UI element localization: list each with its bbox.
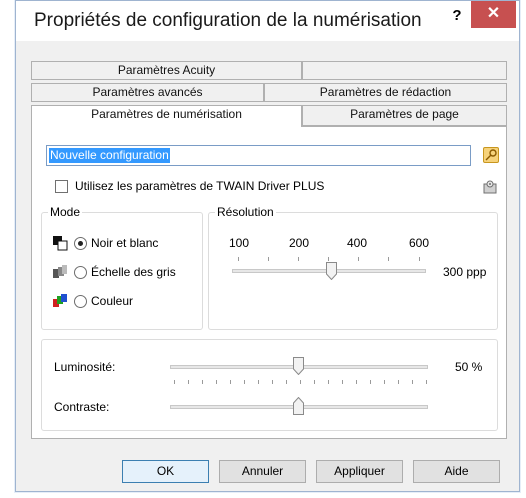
dialog-title: Propriétés de configuration de la numéri… bbox=[34, 10, 422, 31]
mode-label-grayscale: Échelle des gris bbox=[91, 265, 176, 279]
radio-color[interactable] bbox=[74, 295, 87, 308]
mode-label-black-white: Noir et blanc bbox=[91, 236, 159, 250]
grayscale-mode-icon bbox=[52, 264, 68, 280]
resolution-tick-label: 200 bbox=[289, 236, 310, 250]
resolution-tick bbox=[419, 257, 420, 261]
resolution-value: 300 ppp bbox=[443, 265, 487, 279]
title-bar: Propriétés de configuration de la numéri… bbox=[16, 1, 519, 41]
contrast-label: Contraste: bbox=[54, 400, 110, 414]
tab-advanced[interactable]: Paramètres avancés bbox=[31, 83, 264, 102]
resolution-tick bbox=[388, 257, 389, 261]
help-button[interactable]: Aide bbox=[413, 460, 500, 483]
radio-black-white[interactable] bbox=[74, 237, 87, 250]
radio-grayscale[interactable] bbox=[74, 266, 87, 279]
resolution-group: Résolution 100 200 400 600 300 ppp bbox=[208, 205, 498, 330]
tab-page-settings[interactable]: Paramètres de page bbox=[302, 105, 507, 126]
brightness-contrast-group: Luminosité: 50 % Contraste: bbox=[41, 339, 498, 431]
contrast-slider-thumb[interactable] bbox=[293, 396, 304, 415]
tab-scan-settings[interactable]: Paramètres de numérisation bbox=[31, 105, 302, 127]
twain-option-label: Utilisez les paramètres de TWAIN Driver … bbox=[75, 179, 325, 193]
resolution-tick bbox=[268, 257, 269, 261]
key-icon[interactable] bbox=[483, 147, 499, 163]
resolution-tick-label: 400 bbox=[347, 236, 368, 250]
scanner-settings-icon[interactable] bbox=[482, 179, 498, 195]
resolution-tick-label: 100 bbox=[229, 236, 250, 250]
resolution-tick bbox=[328, 257, 329, 261]
tab-acuity[interactable]: Paramètres Acuity bbox=[31, 61, 302, 80]
resolution-tick bbox=[298, 257, 299, 261]
cancel-button[interactable]: Annuler bbox=[219, 460, 306, 483]
ok-button[interactable]: OK bbox=[122, 460, 209, 483]
scan-config-dialog: Propriétés de configuration de la numéri… bbox=[15, 0, 520, 492]
config-name-value: Nouvelle configuration bbox=[49, 148, 170, 163]
tab-empty[interactable] bbox=[302, 61, 507, 80]
resolution-tick-label: 600 bbox=[409, 236, 430, 250]
brightness-value: 50 % bbox=[455, 360, 483, 374]
apply-button[interactable]: Appliquer bbox=[316, 460, 403, 483]
close-button[interactable]: ✕ bbox=[471, 1, 516, 28]
resolution-slider-thumb[interactable] bbox=[326, 262, 337, 281]
help-title-button[interactable]: ? bbox=[448, 6, 466, 28]
tab-redaction[interactable]: Paramètres de rédaction bbox=[264, 83, 507, 102]
resolution-legend: Résolution bbox=[215, 205, 276, 219]
mode-group: Mode Noir et blanc Échelle des gris Coul… bbox=[41, 205, 203, 330]
color-mode-icon bbox=[52, 293, 68, 309]
scan-settings-panel: Nouvelle configuration Utilisez les para… bbox=[31, 126, 507, 439]
black-white-mode-icon bbox=[52, 235, 68, 251]
config-name-input[interactable]: Nouvelle configuration bbox=[46, 145, 471, 166]
brightness-slider-thumb[interactable] bbox=[293, 357, 304, 376]
brightness-label: Luminosité: bbox=[54, 360, 116, 374]
twain-checkbox[interactable] bbox=[55, 180, 68, 193]
mode-legend: Mode bbox=[48, 205, 83, 219]
resolution-tick bbox=[238, 257, 239, 261]
resolution-tick bbox=[358, 257, 359, 261]
mode-label-color: Couleur bbox=[91, 294, 134, 308]
